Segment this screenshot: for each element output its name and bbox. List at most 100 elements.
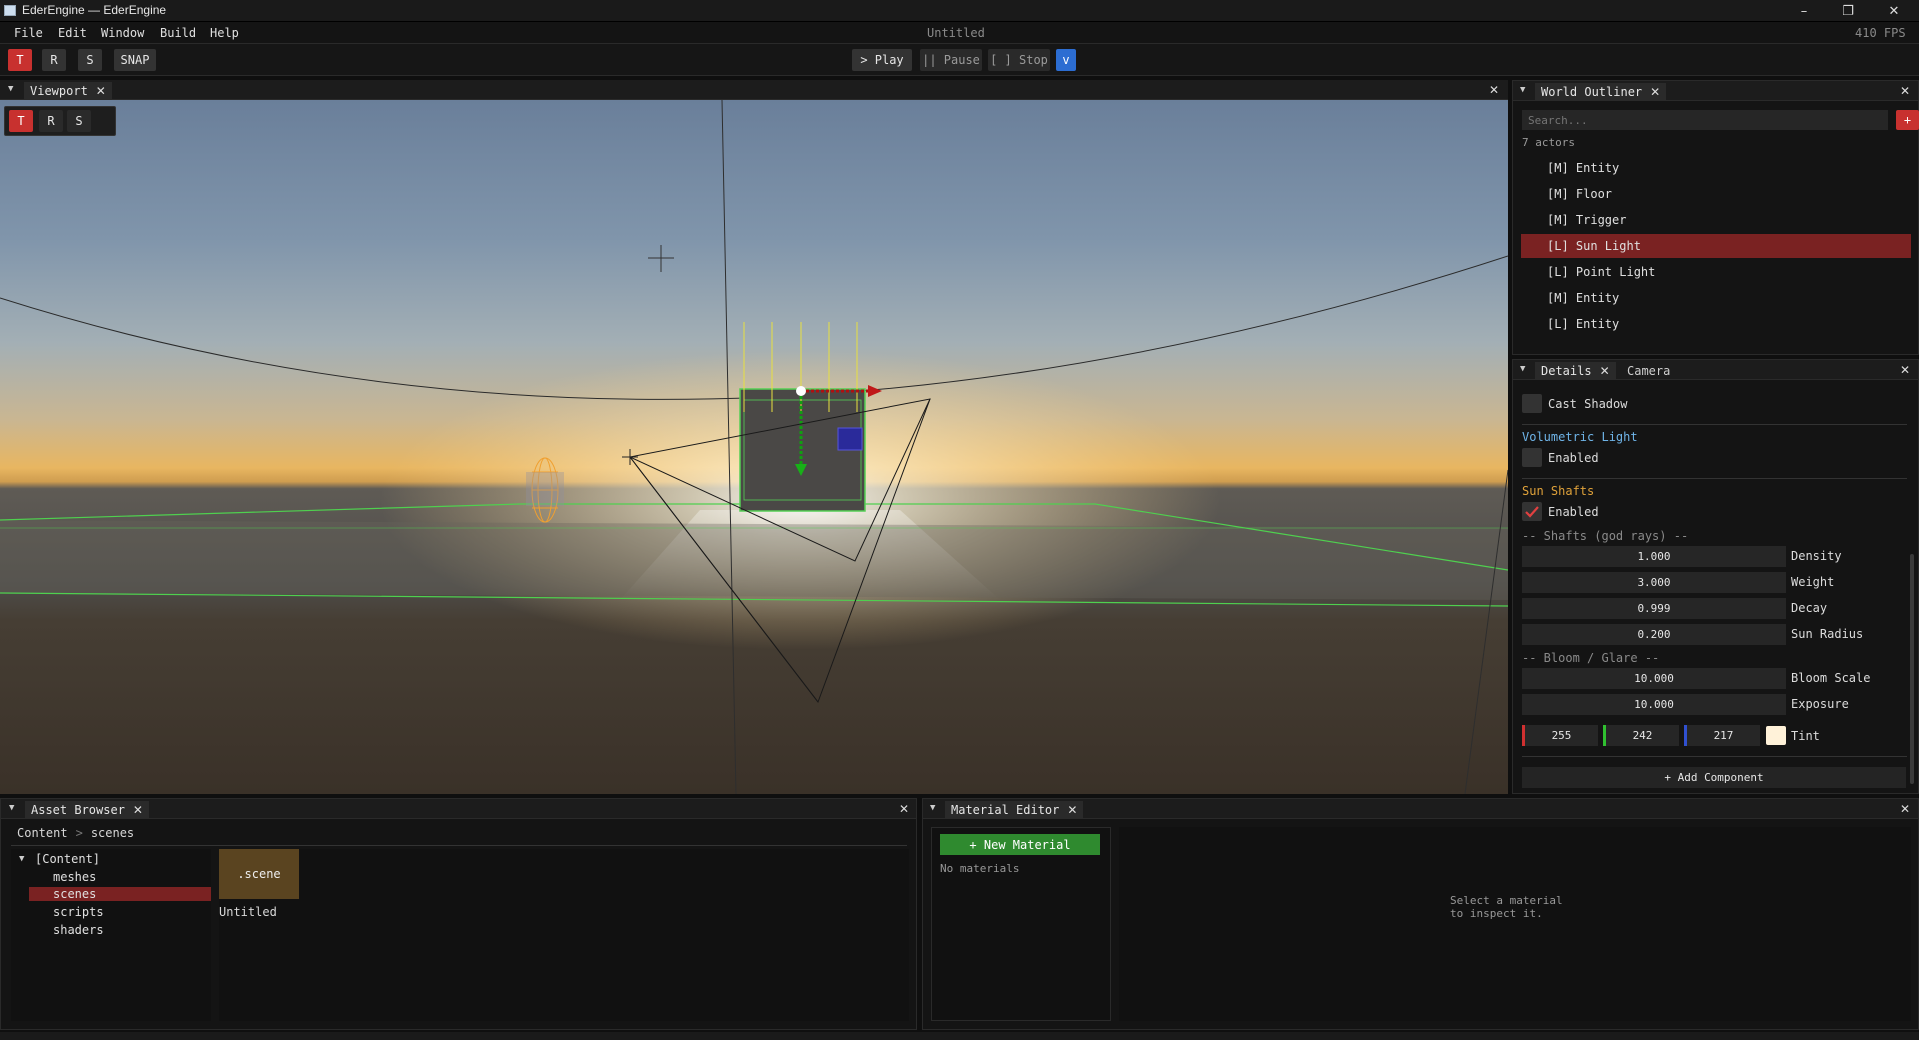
close-tab-icon[interactable]: ✕ (1067, 803, 1077, 817)
outliner-item-selected[interactable]: [L] Sun Light (1521, 234, 1911, 258)
close-panel-icon[interactable]: ✕ (1900, 84, 1910, 98)
close-tab-icon[interactable]: ✕ (96, 84, 106, 98)
material-list: + New Material No materials (931, 827, 1111, 1021)
viewport-translate-button[interactable]: T (9, 110, 33, 132)
menu-edit[interactable]: Edit (58, 26, 87, 40)
scale-button[interactable]: S (78, 49, 102, 71)
actor-count: 7 actors (1522, 136, 1575, 149)
cast-shadow-label: Cast Shadow (1548, 397, 1628, 411)
details-header: ▼ Details ✕ Camera ✕ (1513, 360, 1918, 380)
viewport-scale-button[interactable]: S (67, 110, 91, 132)
divider (1522, 756, 1907, 757)
tree-item-shaders[interactable]: shaders (53, 923, 104, 937)
restore-icon[interactable]: ❐ (1826, 0, 1870, 22)
rotate-button[interactable]: R (42, 49, 66, 71)
close-tab-icon[interactable]: ✕ (133, 803, 143, 817)
close-panel-icon[interactable]: ✕ (899, 802, 909, 816)
weight-label: Weight (1791, 575, 1835, 589)
collapse-icon[interactable]: ▼ (8, 84, 13, 94)
details-scrollbar[interactable] (1910, 554, 1914, 784)
outliner-search-input[interactable] (1522, 110, 1888, 130)
tint-g-field[interactable]: 242 (1603, 725, 1679, 746)
no-materials-text: No materials (940, 862, 1020, 875)
translate-button[interactable]: T (8, 49, 32, 71)
menu-file[interactable]: File (14, 26, 43, 40)
menu-help[interactable]: Help (210, 26, 239, 40)
add-actor-button[interactable]: + (1896, 110, 1919, 130)
tab-viewport[interactable]: Viewport ✕ (24, 82, 112, 100)
close-panel-icon[interactable]: ✕ (1900, 802, 1910, 816)
close-panel-icon[interactable]: ✕ (1900, 363, 1910, 377)
tab-material-editor[interactable]: Material Editor ✕ (945, 801, 1084, 819)
tree-root[interactable]: [Content] (35, 852, 100, 866)
tab-world-outliner[interactable]: World Outliner ✕ (1535, 83, 1667, 101)
weight-field[interactable]: 3.000 (1522, 572, 1786, 593)
collapse-icon[interactable]: ▼ (930, 803, 935, 813)
tree-item-scenes[interactable]: scenes (53, 887, 96, 901)
tab-material-editor-label: Material Editor (951, 803, 1060, 817)
outliner-item[interactable]: [M] Entity (1521, 286, 1911, 310)
breadcrumb-content[interactable]: Content (17, 826, 68, 840)
collapse-icon[interactable]: ▼ (9, 803, 14, 813)
fps-counter: 410 FPS (1855, 26, 1906, 40)
expand-icon[interactable]: ▼ (19, 854, 24, 864)
tab-asset-browser[interactable]: Asset Browser ✕ (25, 801, 149, 819)
divider (1522, 478, 1907, 479)
tab-details[interactable]: Details ✕ (1535, 362, 1616, 380)
add-component-button[interactable]: + Add Component (1522, 767, 1906, 788)
collapse-icon[interactable]: ▼ (1520, 364, 1525, 374)
pause-button[interactable]: || Pause (920, 49, 982, 71)
material-inspector: Select a material to inspect it. (1119, 827, 1911, 1021)
tab-camera[interactable]: Camera (1621, 362, 1676, 380)
outliner-item[interactable]: [L] Entity (1521, 312, 1911, 336)
volumetric-enabled-checkbox[interactable] (1522, 448, 1542, 467)
outliner-item[interactable]: [L] Point Light (1521, 260, 1911, 284)
asset-browser-header: ▼ Asset Browser ✕ ✕ (1, 799, 916, 819)
toolbar: T R S SNAP > Play || Pause [ ] Stop v (0, 44, 1919, 76)
play-button[interactable]: > Play (852, 49, 912, 71)
volumetric-light-heading: Volumetric Light (1522, 430, 1638, 444)
exposure-field[interactable]: 10.000 (1522, 694, 1786, 715)
minimize-icon[interactable]: – (1782, 0, 1826, 22)
breadcrumb-separator: > (75, 826, 83, 840)
menu-build[interactable]: Build (160, 26, 196, 40)
decay-field[interactable]: 0.999 (1522, 598, 1786, 619)
tint-label: Tint (1791, 729, 1820, 743)
tab-details-label: Details (1541, 364, 1592, 378)
play-options-button[interactable]: v (1056, 49, 1076, 71)
breadcrumb-scenes[interactable]: scenes (91, 826, 134, 840)
tree-item-meshes[interactable]: meshes (53, 870, 96, 884)
menu-window[interactable]: Window (101, 26, 144, 40)
folder-tree: ▼ [Content] meshes scenes scripts shader… (11, 849, 211, 1021)
outliner-item[interactable]: [M] Trigger (1521, 208, 1911, 232)
density-field[interactable]: 1.000 (1522, 546, 1786, 567)
snap-button[interactable]: SNAP (114, 49, 156, 71)
sun-shafts-enabled-checkbox[interactable] (1522, 502, 1542, 521)
viewport-canvas[interactable]: T R S (0, 100, 1508, 794)
tree-item-scripts[interactable]: scripts (53, 905, 104, 919)
close-tab-icon[interactable]: ✕ (1600, 364, 1610, 378)
new-material-button[interactable]: + New Material (940, 834, 1100, 855)
stop-button[interactable]: [ ] Stop (988, 49, 1050, 71)
tint-r-field[interactable]: 255 (1522, 725, 1598, 746)
bloom-scale-field[interactable]: 10.000 (1522, 668, 1786, 689)
viewport-gizmo-toolbar: T R S (4, 106, 116, 136)
collapse-icon[interactable]: ▼ (1520, 85, 1525, 95)
scene-file-thumbnail[interactable]: .scene (219, 849, 299, 899)
close-panel-icon[interactable]: ✕ (1489, 83, 1499, 97)
bloom-subheading: -- Bloom / Glare -- (1522, 651, 1660, 665)
close-tab-icon[interactable]: ✕ (1650, 85, 1660, 99)
outliner-item[interactable]: [M] Floor (1521, 182, 1911, 206)
close-window-icon[interactable]: ✕ (1872, 0, 1916, 22)
volumetric-enabled-label: Enabled (1548, 451, 1599, 465)
density-label: Density (1791, 549, 1842, 563)
tab-outliner-label: World Outliner (1541, 85, 1643, 99)
viewport-rotate-button[interactable]: R (39, 110, 63, 132)
sun-radius-field[interactable]: 0.200 (1522, 624, 1786, 645)
tint-color-swatch[interactable] (1766, 726, 1786, 745)
cast-shadow-checkbox[interactable] (1522, 394, 1542, 413)
outliner-item[interactable]: [M] Entity (1521, 156, 1911, 180)
scene-file-name[interactable]: Untitled (219, 905, 277, 919)
menu-bar: File Edit Window Build Help Untitled 410… (0, 22, 1919, 44)
tint-b-field[interactable]: 217 (1684, 725, 1760, 746)
